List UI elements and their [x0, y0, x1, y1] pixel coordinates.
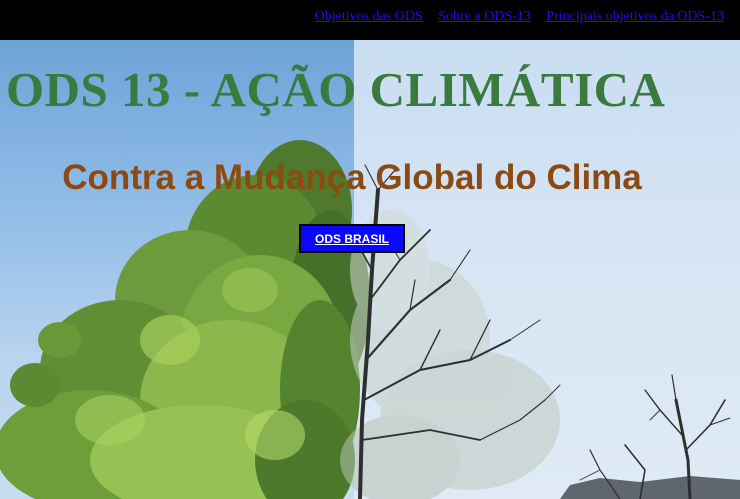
nav-link-principais-objetivos[interactable]: Principais objetivos da ODS-13	[546, 9, 724, 24]
top-navigation-bar: Objetivos das ODS Sobre a ODS-13 Princip…	[0, 0, 740, 40]
hero-section: ODS 13 - AÇÃO CLIMÁTICA Contra a Mudança…	[0, 40, 740, 499]
page-subtitle: Contra a Mudança Global do Clima	[62, 158, 642, 197]
page-title: ODS 13 - AÇÃO CLIMÁTICA	[6, 62, 666, 117]
nav-link-sobre-ods-13[interactable]: Sobre a ODS-13	[438, 9, 531, 24]
dry-ground	[560, 476, 740, 499]
nav-link-objetivos-das-ods[interactable]: Objetivos das ODS	[315, 9, 423, 24]
nav-links: Objetivos das ODS Sobre a ODS-13 Princip…	[303, 9, 724, 25]
ods-brasil-button[interactable]: ODS BRASIL	[299, 224, 405, 253]
page: Objetivos das ODS Sobre a ODS-13 Princip…	[0, 0, 740, 499]
